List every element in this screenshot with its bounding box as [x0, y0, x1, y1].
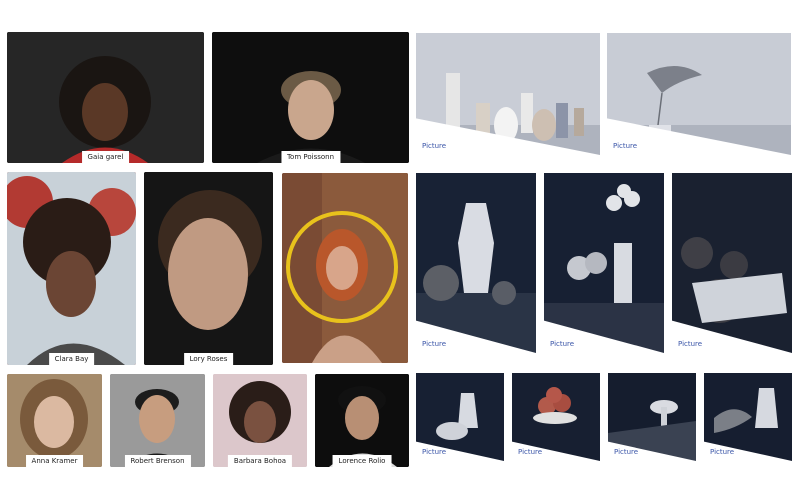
name-tag: Lorence Rolio	[332, 455, 392, 467]
portrait-image	[110, 374, 205, 467]
portrait-tile-gaia[interactable]: Gaia garel	[7, 32, 204, 163]
picture-tile-flowers[interactable]: Picture	[544, 173, 664, 353]
picture-label[interactable]: Picture	[613, 142, 637, 150]
portrait-tile-clara[interactable]: Clara Bay	[7, 172, 136, 365]
picture-label[interactable]: Picture	[422, 340, 446, 348]
portrait-image	[7, 32, 204, 163]
name-tag: Anna Kramer	[25, 455, 84, 467]
portrait-image	[213, 374, 307, 467]
picture-label[interactable]: Picture	[422, 448, 446, 456]
picture-tile-jug-small[interactable]: Picture	[704, 373, 792, 461]
picture-tile-pitcher[interactable]: Picture	[416, 373, 504, 461]
name-tag: Barbara Bohoa	[227, 455, 293, 467]
portrait-tile-anna[interactable]: Anna Kramer	[7, 374, 102, 467]
portrait-tile-redhead[interactable]	[282, 173, 408, 363]
picture-label[interactable]: Picture	[550, 340, 574, 348]
name-tag: Lory Roses	[183, 353, 234, 365]
picture-tile-vases[interactable]: Picture	[416, 33, 600, 155]
portrait-tile-barbara[interactable]: Barbara Bohoa	[213, 374, 307, 467]
portrait-image	[144, 172, 273, 365]
picture-tile-fruit-bowl[interactable]: Picture	[512, 373, 600, 461]
portrait-image	[7, 374, 102, 467]
name-tag: Gaia garel	[81, 151, 130, 163]
name-tag: Clara Bay	[48, 353, 95, 365]
portrait-image	[212, 32, 409, 163]
portrait-image	[315, 374, 409, 467]
picture-label[interactable]: Picture	[518, 448, 542, 456]
portrait-tile-lorence[interactable]: Lorence Rolio	[315, 374, 409, 467]
picture-tile-jug[interactable]: Picture	[416, 173, 536, 353]
portrait-tile-tom[interactable]: Tom Poissonn	[212, 32, 409, 163]
picture-label[interactable]: Picture	[710, 448, 734, 456]
portrait-image	[7, 172, 136, 365]
portrait-tile-lory[interactable]: Lory Roses	[144, 172, 273, 365]
picture-label[interactable]: Picture	[422, 142, 446, 150]
name-tag: Robert Brenson	[124, 455, 191, 467]
picture-label[interactable]: Picture	[678, 340, 702, 348]
highlight-ring	[286, 211, 398, 323]
picture-tile-bowl[interactable]: Picture	[608, 373, 696, 461]
picture-tile-apples[interactable]: Picture	[672, 173, 792, 353]
portrait-tile-robert[interactable]: Robert Brenson	[110, 374, 205, 467]
name-tag: Tom Poissonn	[280, 151, 341, 163]
picture-label[interactable]: Picture	[614, 448, 638, 456]
picture-tile-leaf[interactable]: Picture	[607, 33, 791, 155]
